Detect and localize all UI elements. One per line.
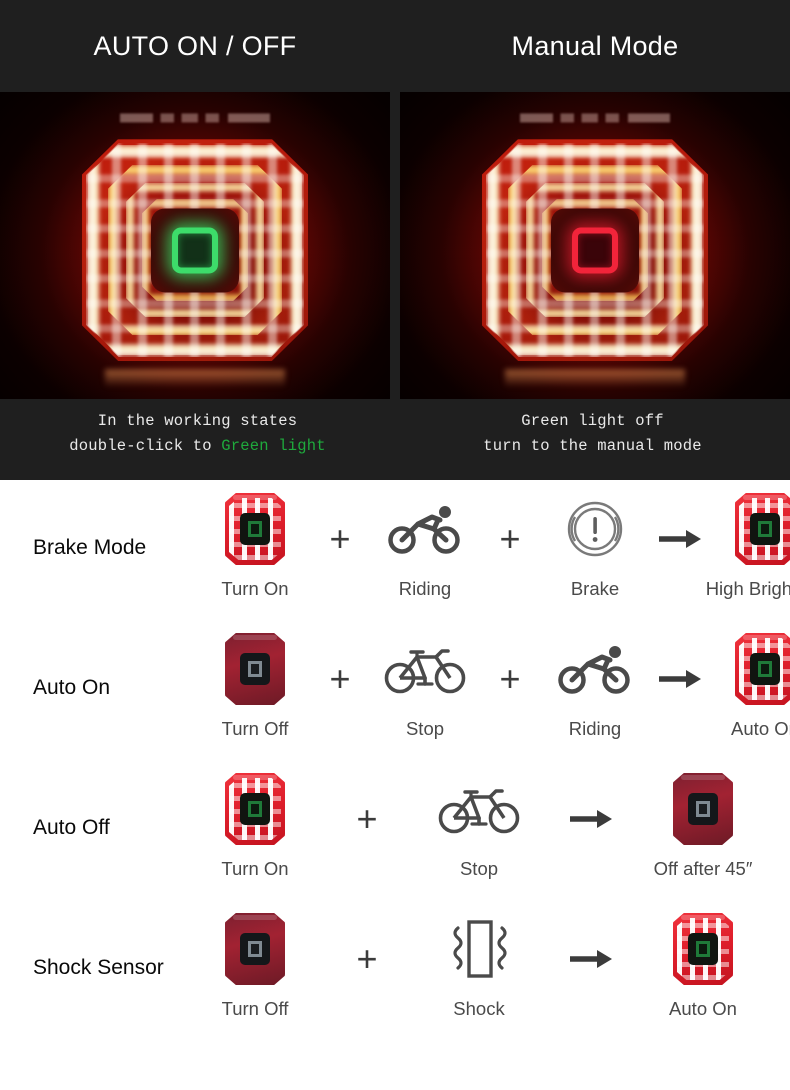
step-label: High Bright 3 ″	[705, 578, 790, 599]
row-label-brake-mode: Brake Mode	[33, 536, 147, 559]
step-riding: Riding	[366, 490, 484, 600]
step-label: Auto On	[731, 718, 790, 739]
taillight-off-icon	[225, 910, 285, 988]
step-turn-off: Turn Off	[196, 630, 314, 740]
step-turn-off: Turn Off	[196, 910, 314, 1020]
operator-arrow	[565, 920, 617, 998]
step-riding: Riding	[536, 630, 654, 740]
operator-arrow	[565, 780, 617, 858]
green-indicator-icon	[172, 226, 218, 273]
step-turn-on: Turn On	[196, 770, 314, 880]
step-high-bright: High Bright 3 ″	[706, 490, 790, 600]
photo-auto-mode-taillight	[0, 92, 390, 399]
taillight-off-icon	[673, 770, 733, 848]
step-label: Off after 45″	[653, 858, 753, 879]
shock-vibration-icon	[444, 910, 514, 988]
photo-manual-mode-taillight	[400, 92, 790, 399]
step-label: Turn On	[221, 858, 289, 879]
table-row: Auto On Turn Off + Stop + Riding Auto O	[0, 620, 790, 760]
brand-logo-icon	[520, 112, 670, 122]
comparison-headers: AUTO ON / OFF Manual Mode	[0, 0, 790, 92]
header-auto-on-off: AUTO ON / OFF	[93, 30, 297, 61]
table-row: Brake Mode Turn On + Riding + Brake High…	[0, 480, 790, 620]
step-label: Turn Off	[221, 718, 289, 739]
step-auto-on: Auto On	[644, 910, 762, 1020]
cyclist-riding-icon	[388, 490, 462, 568]
arrow-right-icon	[659, 670, 701, 688]
row-label-auto-on: Auto On	[33, 676, 111, 699]
operator-plus: +	[499, 518, 521, 559]
operator-plus: +	[499, 658, 521, 699]
arrow-right-icon	[659, 530, 701, 548]
taillight-photo-left	[82, 112, 308, 387]
caption-manual-line2: turn to the manual mode	[483, 437, 702, 455]
operator-plus: +	[356, 938, 378, 979]
step-label: Brake	[570, 578, 620, 599]
operator-plus: +	[329, 518, 351, 559]
step-label: Turn Off	[221, 998, 289, 1019]
taillight-off-icon	[225, 630, 285, 708]
step-label: Turn On	[221, 578, 289, 599]
step-brake: Brake	[536, 490, 654, 600]
bicycle-icon	[438, 770, 520, 848]
step-label: Shock	[453, 998, 505, 1019]
caption-auto-line1: In the working states	[97, 412, 298, 430]
caption-auto-mode: In the working states double-click to Gr…	[0, 399, 395, 480]
operator-arrow	[654, 500, 706, 578]
step-label: Stop	[459, 858, 499, 879]
taillight-on-icon	[735, 490, 790, 568]
caption-manual-mode: Green light off turn to the manual mode	[395, 399, 790, 480]
arrow-right-icon	[570, 950, 612, 968]
operator-plus: +	[356, 798, 378, 839]
photo-captions: In the working states double-click to Gr…	[0, 399, 790, 480]
taillight-on-icon	[735, 630, 790, 708]
header-manual-mode: Manual Mode	[511, 30, 679, 61]
step-label: Stop	[405, 718, 445, 739]
taillight-on-icon	[225, 490, 285, 568]
step-off-after-45: Off after 45″	[644, 770, 762, 880]
mode-behavior-table: Brake Mode Turn On + Riding + Brake High…	[0, 480, 790, 1090]
row-label-shock-sensor: Shock Sensor	[33, 956, 164, 979]
brand-logo-icon	[120, 112, 270, 122]
taillight-center-lens	[551, 207, 639, 292]
brake-warning-icon	[566, 490, 624, 568]
step-stop: Stop	[366, 630, 484, 740]
step-label: Auto On	[669, 998, 737, 1019]
taillight-on-icon	[673, 910, 733, 988]
caption-auto-line2: double-click to Green light	[0, 434, 395, 459]
step-auto-on: Auto On	[706, 630, 790, 740]
taillight-center-lens	[151, 207, 239, 292]
auto-manual-comparison-section: AUTO ON / OFF Manual Mode In the working…	[0, 0, 790, 480]
row-steps-auto-off: Turn On + Stop Off after 45″	[196, 760, 790, 880]
row-steps-brake-mode: Turn On + Riding + Brake High Brigh	[196, 480, 790, 600]
operator-arrow	[654, 640, 706, 718]
row-steps-auto-on: Turn Off + Stop + Riding Auto O	[196, 620, 790, 740]
row-label-auto-off: Auto Off	[33, 816, 110, 839]
cyclist-riding-icon	[558, 630, 632, 708]
lamp-reflection	[105, 368, 285, 387]
step-turn-on: Turn On	[196, 490, 314, 600]
product-photo-row	[0, 92, 790, 399]
taillight-photo-right	[482, 112, 708, 387]
step-shock: Shock	[420, 910, 538, 1020]
caption-auto-line2-prefix: double-click to	[69, 437, 222, 455]
step-label: Riding	[398, 578, 452, 599]
table-row: Auto Off Turn On + Stop Off after 45″	[0, 760, 790, 900]
caption-green-light-highlight: Green light	[221, 437, 326, 455]
red-indicator-icon	[572, 226, 618, 273]
operator-plus: +	[329, 658, 351, 699]
step-label: Riding	[568, 718, 622, 739]
caption-manual-line1: Green light off	[521, 412, 664, 430]
row-steps-shock-sensor: Turn Off + Shock Auto On	[196, 900, 790, 1020]
arrow-right-icon	[570, 810, 612, 828]
table-row: Shock Sensor Turn Off + Shock Auto On	[0, 900, 790, 1040]
lamp-reflection	[505, 368, 685, 387]
taillight-on-icon	[225, 770, 285, 848]
step-stop: Stop	[420, 770, 538, 880]
bicycle-icon	[384, 630, 466, 708]
